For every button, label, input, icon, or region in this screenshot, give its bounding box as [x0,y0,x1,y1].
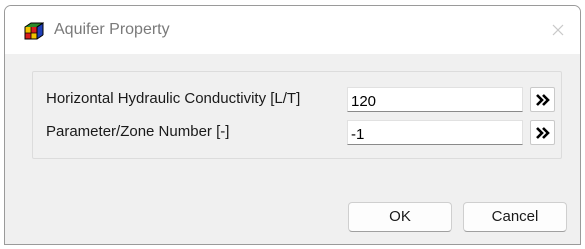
close-button[interactable] [548,20,568,40]
dialog-title: Aquifer Property [54,21,170,38]
horizontal-conductivity-pick-button[interactable] [530,87,555,112]
zone-number-pick-button[interactable] [530,120,555,145]
horizontal-conductivity-label: Horizontal Hydraulic Conductivity [L/T] [46,90,301,107]
double-chevron-right-icon [536,127,550,139]
aquifer-property-dialog: Aquifer Property Horizontal Hydraulic Co… [4,5,581,245]
zone-number-input[interactable] [347,120,523,145]
zone-number-label: Parameter/Zone Number [-] [46,123,230,140]
cancel-button[interactable]: Cancel [463,202,567,232]
double-chevron-right-icon [536,94,550,106]
property-group-box: Horizontal Hydraulic Conductivity [L/T] … [32,71,562,159]
title-bar[interactable]: Aquifer Property [5,6,580,54]
horizontal-conductivity-input[interactable] [347,87,523,112]
app-cube-icon [24,22,44,40]
close-icon [552,24,564,36]
ok-button[interactable]: OK [348,202,452,232]
